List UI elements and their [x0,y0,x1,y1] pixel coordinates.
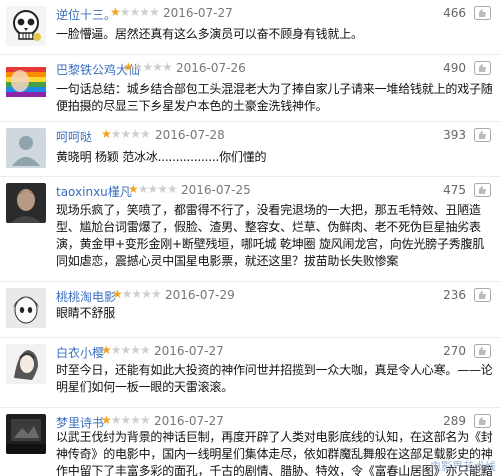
comment-text: 黄晓明 杨颖 范冰冰.................你们懂的 [56,150,267,164]
username[interactable]: 白衣小樱 [56,344,104,361]
comment-date: 2016-07-25 [181,183,251,197]
manga-avatar[interactable] [6,288,46,328]
skull-avatar[interactable] [6,6,46,46]
comment-date: 2016-07-26 [176,61,246,75]
vote-count: 490 [443,61,466,75]
comment-item: taoxinxu槿凡 ★★★★★ 2016-07-25 475 现场乐疯了，笑喷… [0,177,500,282]
comment-text: 时至今日，还能有如此大投资的神作问世并招揽到一众大咖，真是令人心寒。——论明星们… [56,363,493,394]
comment-date: 2016-07-27 [154,344,224,358]
comment-item: 巴黎铁公鸡大仙 ★★★★★ 2016-07-26 490 一句话总结：城乡结合部… [0,55,500,122]
comment-date: 2016-07-27 [154,414,224,428]
comment-item: 逆位十三。 ★★★★★ 2016-07-27 466 一脸懵逼。居然还真有这么多… [0,0,500,55]
comment-item: 白衣小樱 ★★★★★ 2016-07-27 270 时至今日，还能有如此大投资的… [0,338,500,408]
star-rating: ★★★★★ [110,5,160,19]
username[interactable]: 桃桃淘电影 [56,288,116,305]
star-rating: ★★★★★ [123,60,173,74]
comment-text: 眼睛不舒服 [56,306,116,320]
thumbs-up-icon[interactable] [474,60,491,75]
star-rating: ★★★★★ [112,287,162,301]
star-rating: ★★★★★ [101,413,151,427]
vote-count: 393 [443,128,466,142]
star-rating: ★★★★★ [128,182,178,196]
dark-avatar[interactable] [6,414,46,454]
comment-date: 2016-07-29 [165,288,235,302]
comment-date: 2016-07-27 [163,6,233,20]
vote-count: 270 [443,344,466,358]
comment-text: 一句话总结：城乡结合部包工头混混老大为了捧自家儿子请来一堆给钱就上的戏子随便拍摄… [56,82,493,113]
thumbs-up-icon[interactable] [474,5,491,20]
thumbs-up-icon[interactable] [474,413,491,428]
rainbow-avatar[interactable] [6,61,46,101]
thumbs-up-icon[interactable] [474,287,491,302]
comment-date: 2016-07-28 [155,128,225,142]
watermark: 电影界艺术线 [430,460,496,473]
comment-text: 现场乐疯了，笑喷了，都雷得不行了，没看完退场的一大把，那五毛特效、丑陋造型、尴尬… [56,203,485,268]
star-rating: ★★★★★ [101,343,151,357]
comment-item: 梦里诗书 ★★★★★ 2016-07-27 289 以武王伐纣为背景的神话巨制，… [0,408,500,476]
vote-count: 475 [443,183,466,197]
thumbs-up-icon[interactable] [474,182,491,197]
username[interactable]: 呵呵哒 [56,128,92,145]
comment-text: 一脸懵逼。居然还真有这么多演员可以奋不顾身有钱就上。 [56,27,363,41]
star-rating: ★★★★★ [101,127,151,141]
portrait-avatar[interactable] [6,183,46,223]
comment-text: 以武王伐纣为背景的神话巨制，再度开辟了人类对电影底线的认知，在这部名为《封神传奇… [56,430,493,476]
placeholder-avatar[interactable] [6,128,46,168]
username[interactable]: 逆位十三。 [56,6,116,23]
username[interactable]: taoxinxu槿凡 [56,183,132,200]
sketch-avatar[interactable] [6,344,46,384]
vote-count: 236 [443,288,466,302]
thumbs-up-icon[interactable] [474,127,491,142]
vote-count: 466 [443,6,466,20]
vote-count: 289 [443,414,466,428]
comment-item: 呵呵哒 ★★★★★ 2016-07-28 393 黄晓明 杨颖 范冰冰.....… [0,122,500,177]
comment-item: 桃桃淘电影 ★★★★★ 2016-07-29 236 眼睛不舒服 [0,282,500,338]
thumbs-up-icon[interactable] [474,343,491,358]
